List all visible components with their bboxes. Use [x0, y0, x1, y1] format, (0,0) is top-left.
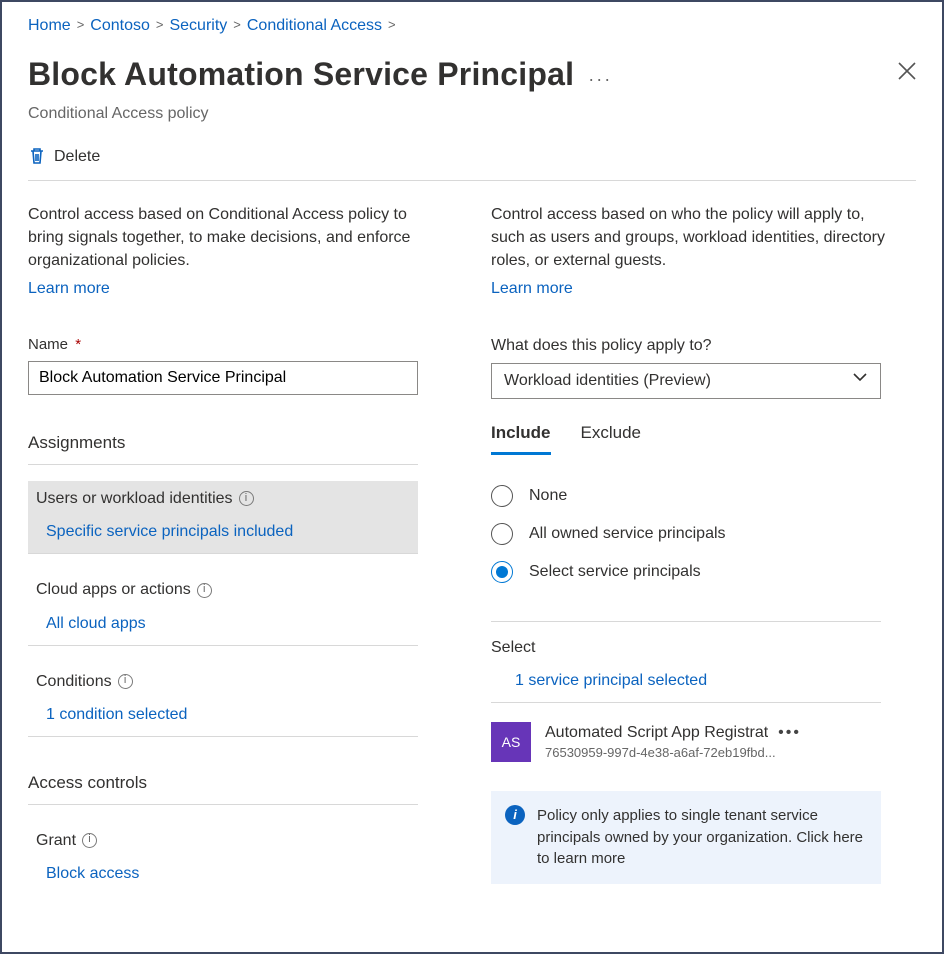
assignment-conditions-detail[interactable]: 1 condition selected [46, 703, 410, 726]
info-icon[interactable]: i [82, 833, 97, 848]
chevron-right-icon: > [388, 16, 396, 35]
name-field-label: Name [28, 336, 68, 353]
name-input[interactable] [28, 361, 418, 395]
principal-id: 76530959-997d-4e38-a6af-72eb19fbd... [545, 744, 845, 763]
assignment-users-item[interactable]: Users or workload identities i Specific … [28, 481, 418, 554]
chevron-right-icon: > [156, 16, 164, 35]
breadcrumb-conditional-access[interactable]: Conditional Access [247, 14, 382, 37]
chevron-right-icon: > [77, 16, 85, 35]
breadcrumb-security[interactable]: Security [169, 14, 227, 37]
breadcrumb-home[interactable]: Home [28, 14, 71, 37]
delete-button[interactable]: Delete [28, 145, 100, 168]
info-icon[interactable]: i [239, 491, 254, 506]
assignment-cloud-apps-label: Cloud apps or actions [36, 578, 191, 601]
radio-all-owned[interactable] [491, 523, 513, 545]
close-icon [898, 62, 916, 80]
assignment-cloud-apps-detail[interactable]: All cloud apps [46, 612, 410, 635]
selected-count-link[interactable]: 1 service principal selected [515, 669, 916, 692]
principal-name: Automated Script App Registrat [545, 721, 768, 744]
left-learn-more-link[interactable]: Learn more [28, 277, 110, 300]
radio-all-owned-label: All owned service principals [529, 522, 726, 545]
radio-none[interactable] [491, 485, 513, 507]
chevron-down-icon [852, 369, 868, 392]
page-subtitle: Conditional Access policy [28, 102, 916, 125]
access-grant-item[interactable]: Grant i Block access [28, 823, 418, 895]
info-icon[interactable]: i [197, 583, 212, 598]
principal-more-button[interactable]: ••• [778, 724, 801, 741]
required-asterisk: * [75, 336, 81, 353]
assignment-users-detail[interactable]: Specific service principals included [46, 520, 410, 543]
info-bar[interactable]: i Policy only applies to single tenant s… [491, 791, 881, 884]
info-bar-text: Policy only applies to single tenant ser… [537, 805, 865, 870]
avatar: AS [491, 722, 531, 762]
access-grant-label: Grant [36, 829, 76, 852]
radio-select-principals-label: Select service principals [529, 560, 701, 583]
assignment-conditions-label: Conditions [36, 670, 112, 693]
assignments-section-title: Assignments [28, 431, 418, 465]
apply-to-label: What does this policy apply to? [491, 334, 916, 357]
access-grant-detail[interactable]: Block access [46, 862, 410, 885]
right-learn-more-link[interactable]: Learn more [491, 277, 573, 300]
access-controls-section-title: Access controls [28, 771, 418, 805]
apply-to-value: Workload identities (Preview) [504, 369, 711, 392]
trash-icon [28, 147, 46, 165]
assignment-conditions-item[interactable]: Conditions i 1 condition selected [28, 664, 418, 737]
tab-include[interactable]: Include [491, 421, 551, 455]
assignment-users-label: Users or workload identities [36, 487, 233, 510]
selected-principal-row[interactable]: AS Automated Script App Registrat ••• 76… [491, 721, 881, 763]
radio-select-principals[interactable] [491, 561, 513, 583]
radio-none-label: None [529, 484, 567, 507]
select-label: Select [491, 636, 916, 659]
left-description: Control access based on Conditional Acce… [28, 203, 423, 273]
assignment-cloud-apps-item[interactable]: Cloud apps or actions i All cloud apps [28, 572, 418, 645]
breadcrumb: Home > Contoso > Security > Conditional … [28, 14, 916, 37]
close-button[interactable] [898, 57, 916, 89]
tab-exclude[interactable]: Exclude [581, 421, 641, 455]
breadcrumb-contoso[interactable]: Contoso [90, 14, 150, 37]
delete-button-label: Delete [54, 145, 100, 168]
info-icon: i [505, 805, 525, 825]
info-icon[interactable]: i [118, 674, 133, 689]
apply-to-select[interactable]: Workload identities (Preview) [491, 363, 881, 399]
right-description: Control access based on who the policy w… [491, 203, 886, 273]
more-actions-button[interactable]: ··· [588, 66, 612, 92]
page-title: Block Automation Service Principal [28, 51, 574, 97]
chevron-right-icon: > [233, 16, 241, 35]
